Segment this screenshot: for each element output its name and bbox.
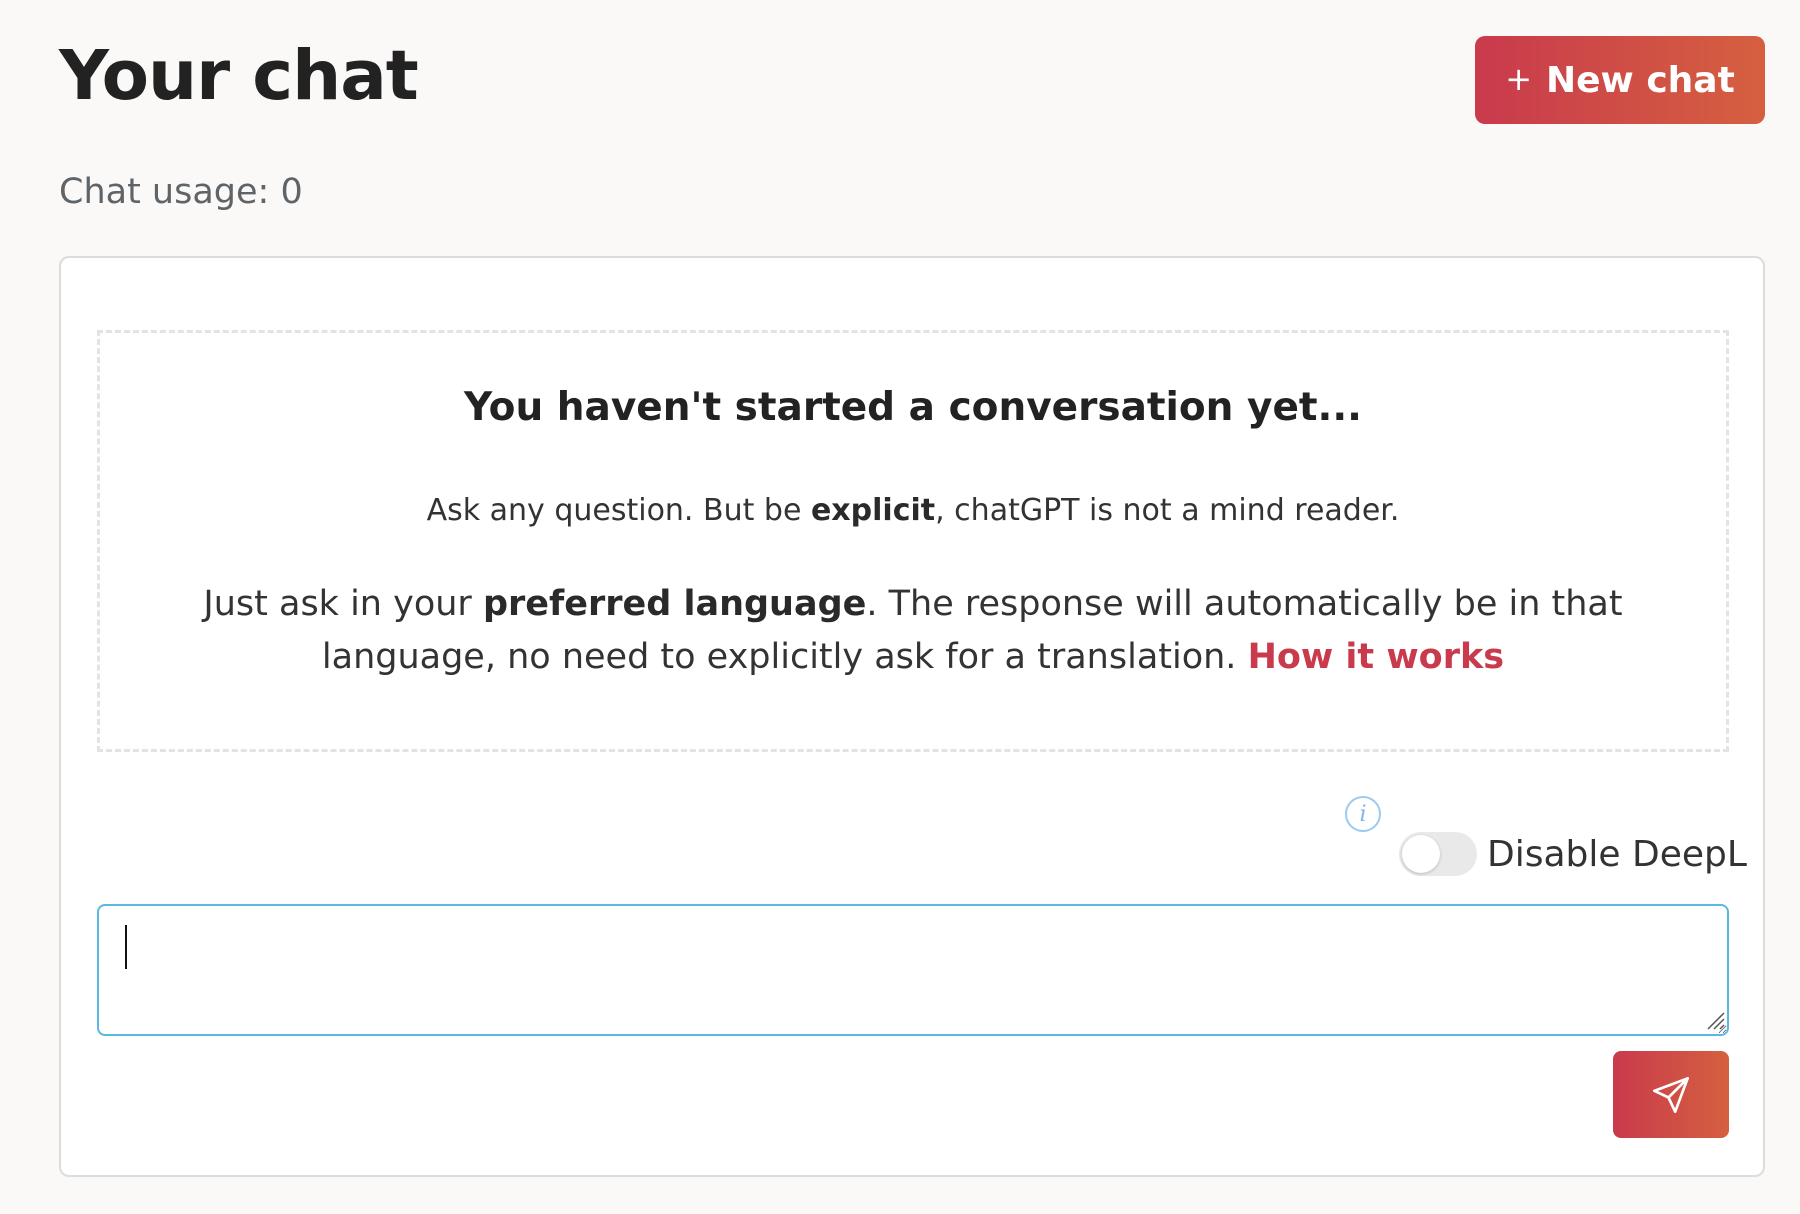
new-chat-label: New chat bbox=[1546, 59, 1735, 101]
chat-page: Your chat + New chat Chat usage: 0 You h… bbox=[0, 0, 1800, 1214]
hint-suffix: , chatGPT is not a mind reader. bbox=[935, 493, 1400, 528]
chat-card: You haven't started a conversation yet..… bbox=[59, 256, 1765, 1177]
lang-prefix: Just ask in your bbox=[203, 584, 483, 624]
page-title: Your chat bbox=[59, 36, 419, 116]
lang-bold: preferred language bbox=[482, 584, 867, 624]
new-chat-button[interactable]: + New chat bbox=[1475, 36, 1765, 124]
explicit-hint: Ask any question. But be explicit, chatG… bbox=[100, 491, 1726, 531]
hint-bold: explicit bbox=[810, 493, 936, 528]
how-it-works-link[interactable]: How it works bbox=[1248, 637, 1505, 677]
message-input[interactable] bbox=[97, 904, 1729, 1036]
info-icon[interactable]: i bbox=[1345, 796, 1381, 832]
toggle-knob bbox=[1402, 835, 1440, 873]
empty-state-panel: You haven't started a conversation yet..… bbox=[97, 330, 1729, 752]
send-button[interactable] bbox=[1613, 1051, 1729, 1138]
hint-prefix: Ask any question. But be bbox=[426, 493, 811, 528]
text-cursor bbox=[125, 925, 127, 969]
empty-state-title: You haven't started a conversation yet..… bbox=[464, 385, 1362, 430]
disable-deepl-label: Disable DeepL bbox=[1487, 834, 1747, 875]
disable-deepl-toggle[interactable] bbox=[1399, 832, 1477, 876]
paper-plane-icon bbox=[1653, 1076, 1689, 1113]
language-hint: Just ask in your preferred language. The… bbox=[140, 578, 1686, 684]
plus-icon: + bbox=[1505, 59, 1532, 98]
chat-usage-text: Chat usage: 0 bbox=[59, 172, 303, 212]
